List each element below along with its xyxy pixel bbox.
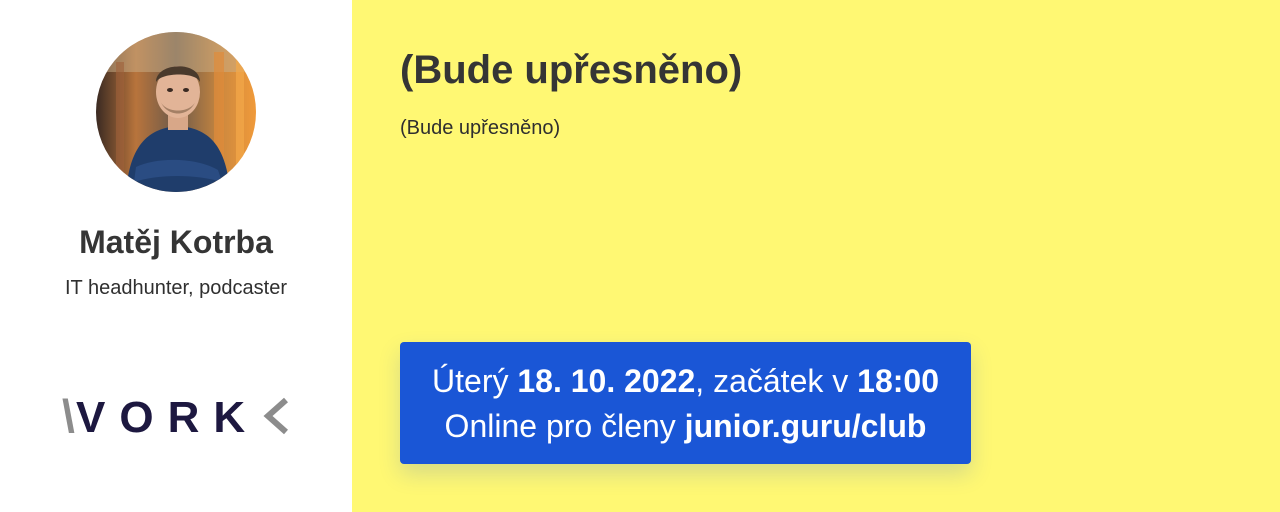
event-date-line: Úterý 18. 10. 2022, začátek v 18:00 <box>400 359 971 404</box>
event-url[interactable]: junior.guru/club <box>685 408 927 444</box>
event-description: (Bude upřesněno) <box>400 117 561 139</box>
speaker-name: Matěj Kotrba <box>79 224 273 260</box>
chevron-left-icon <box>263 397 288 435</box>
speaker-avatar <box>96 32 256 192</box>
event-location-line: Online pro členy junior.guru/club <box>400 404 971 449</box>
logo-wordmark: VORK <box>76 394 259 438</box>
speaker-role: IT headhunter, podcaster <box>64 277 287 299</box>
event-start-label: , začátek v <box>695 363 849 399</box>
event-location-label: Online pro členy <box>444 408 676 444</box>
company-logo: \ VORK <box>62 390 290 442</box>
event-day: Úterý <box>432 363 509 399</box>
speaker-photo <box>96 32 256 192</box>
logo-slash-left: \ <box>62 394 75 438</box>
event-time: 18:00 <box>857 363 939 399</box>
speaker-panel: Matěj Kotrba IT headhunter, podcaster \ … <box>0 0 352 512</box>
event-date: 18. 10. 2022 <box>517 363 696 399</box>
event-title: (Bude upřesněno) <box>400 48 743 92</box>
event-info-box: Úterý 18. 10. 2022, začátek v 18:00 Onli… <box>400 342 971 464</box>
